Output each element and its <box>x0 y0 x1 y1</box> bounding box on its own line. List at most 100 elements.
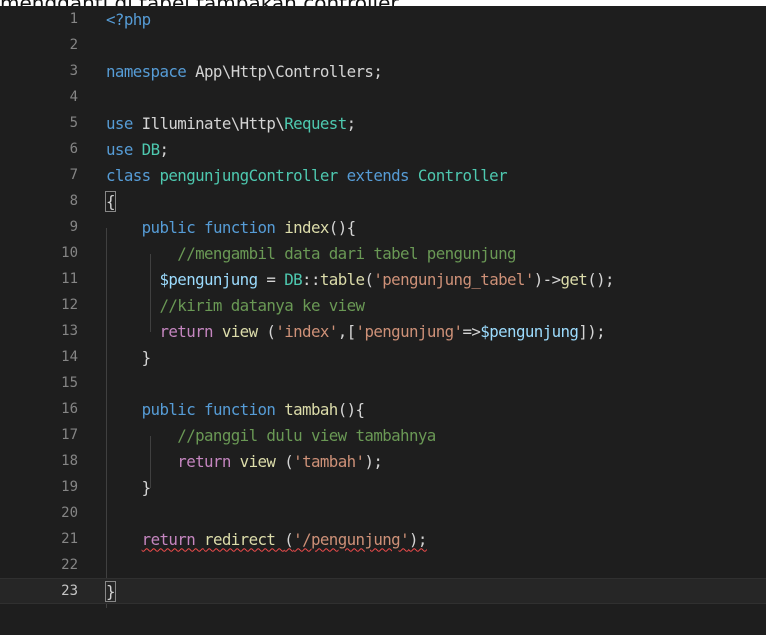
code-text: { <box>105 190 116 212</box>
code-text: } <box>105 580 116 602</box>
code-token: view <box>239 451 285 471</box>
code-text: return redirect ('/pengunjung'); <box>106 529 428 549</box>
code-token: Request <box>284 113 347 133</box>
code-token: use <box>106 139 142 159</box>
code-token: ; <box>159 139 169 159</box>
line-number: 3 <box>69 63 78 79</box>
code-text: public function index(){ <box>106 218 356 237</box>
code-text: } <box>106 477 152 497</box>
code-token: 'index' <box>275 321 338 341</box>
code-line[interactable]: 13 return view ('index',['pengunjung'=>$… <box>0 318 766 344</box>
code-line[interactable]: 9 public function index(){ <box>0 214 766 240</box>
code-token: (){ <box>328 217 356 237</box>
code-line[interactable]: 1 <?php <box>0 6 766 32</box>
code-token: } <box>106 347 152 367</box>
code-token: view <box>221 321 267 341</box>
code-token: get <box>560 269 588 289</box>
code-editor[interactable]: 1 <?php 2 3 namespace App\Http\Controllers; 4… <box>0 6 766 635</box>
code-token: (){ <box>337 399 365 419</box>
code-line[interactable]: 10 //mengambil data dari tabel pengunjun… <box>0 240 766 266</box>
code-token: tambah <box>284 399 338 419</box>
code-line[interactable]: 23} <box>0 578 766 604</box>
line-number: 13 <box>61 323 78 339</box>
line-number: 21 <box>61 531 78 547</box>
code-token: } <box>105 580 116 602</box>
code-text: } <box>106 347 152 367</box>
code-line[interactable]: 17 //panggil dulu view tambahnya <box>0 422 766 448</box>
code-token: 'pengunjung' <box>355 321 464 341</box>
code-token: Illuminate\Http\ <box>141 113 285 133</box>
code-token: 'pengunjung_tabel' <box>373 269 534 289</box>
code-token: DB <box>141 139 160 159</box>
code-token: function <box>204 217 285 237</box>
code-text: use DB; <box>106 139 169 159</box>
code-text: //kirim datanya ke view <box>106 295 365 315</box>
line-number: 22 <box>61 557 78 573</box>
code-text: use Illuminate\Http\Request; <box>106 114 356 133</box>
code-text: <?php <box>106 10 151 29</box>
line-number: 10 <box>61 245 78 261</box>
code-token: '/pengunjung' <box>293 529 409 549</box>
code-token: => <box>462 321 481 341</box>
code-token: (); <box>587 269 614 289</box>
code-line[interactable]: 16 public function tambah(){ <box>0 396 766 422</box>
code-token: ,[ <box>337 321 356 341</box>
code-token: index <box>284 217 329 237</box>
code-token: function <box>204 399 285 419</box>
code-line[interactable]: 20 <box>0 500 766 526</box>
code-token: ; <box>373 61 383 81</box>
code-token: ( <box>284 529 294 549</box>
code-line[interactable]: 5 use Illuminate\Http\Request; <box>0 110 766 136</box>
code-line[interactable]: 3 namespace App\Http\Controllers; <box>0 58 766 84</box>
code-token: use <box>106 113 142 133</box>
code-token: return <box>141 529 205 549</box>
code-line[interactable]: 2 <box>0 32 766 58</box>
code-token: class <box>106 165 160 185</box>
code-token: ); <box>364 451 383 471</box>
code-token: DB <box>284 269 303 289</box>
code-line[interactable]: 18 return view ('tambah'); <box>0 448 766 474</box>
code-token: namespace <box>106 61 196 81</box>
code-text: //panggil dulu view tambahnya <box>106 426 436 445</box>
code-text: return view ('index',['pengunjung'=>$pen… <box>106 322 605 341</box>
code-token: } <box>106 477 152 497</box>
code-text: $pengunjung = DB::table('pengunjung_tabe… <box>106 270 614 289</box>
line-number: 1 <box>69 11 78 27</box>
code-token: $pengunjung <box>480 321 579 341</box>
code-token: table <box>319 269 365 289</box>
line-number: 5 <box>69 115 78 131</box>
code-token: return <box>106 321 222 341</box>
line-number: 4 <box>69 89 78 105</box>
code-line[interactable]: 22 <box>0 552 766 578</box>
code-line[interactable]: 19 } <box>0 474 766 500</box>
code-line[interactable]: 4 <box>0 84 766 110</box>
code-line[interactable]: 11 $pengunjung = DB::table('pengunjung_t… <box>0 266 766 292</box>
code-line[interactable]: 6 use DB; <box>0 136 766 162</box>
code-token: ; <box>346 113 357 133</box>
code-token: pengunjungController <box>159 165 347 185</box>
line-number: 6 <box>69 141 78 157</box>
code-token: = <box>257 269 285 289</box>
line-number: 23 <box>61 583 78 599</box>
code-token: public <box>106 399 205 419</box>
code-token: return <box>106 451 240 471</box>
code-line[interactable]: 7 class pengunjungController extends Cont… <box>0 162 766 188</box>
code-line[interactable]: 12 //kirim datanya ke view <box>0 292 766 318</box>
code-line[interactable]: 8{ <box>0 188 766 214</box>
code-line[interactable]: 21 return redirect ('/pengunjung'); <box>0 526 766 552</box>
line-number: 14 <box>61 349 78 365</box>
line-number: 16 <box>61 401 78 417</box>
code-line[interactable]: 14 } <box>0 344 766 370</box>
line-number: 8 <box>69 193 78 209</box>
code-token: ( <box>284 451 294 471</box>
code-text: class pengunjungController extends Contr… <box>106 165 508 185</box>
code-line[interactable]: 15 <box>0 370 766 396</box>
code-token: //kirim datanya ke view <box>106 295 365 315</box>
line-number: 17 <box>61 427 78 443</box>
line-number: 9 <box>69 219 78 235</box>
code-text: public function tambah(){ <box>106 399 365 419</box>
line-number: 19 <box>61 479 78 495</box>
code-token: { <box>105 190 116 212</box>
code-token: :: <box>302 269 320 289</box>
